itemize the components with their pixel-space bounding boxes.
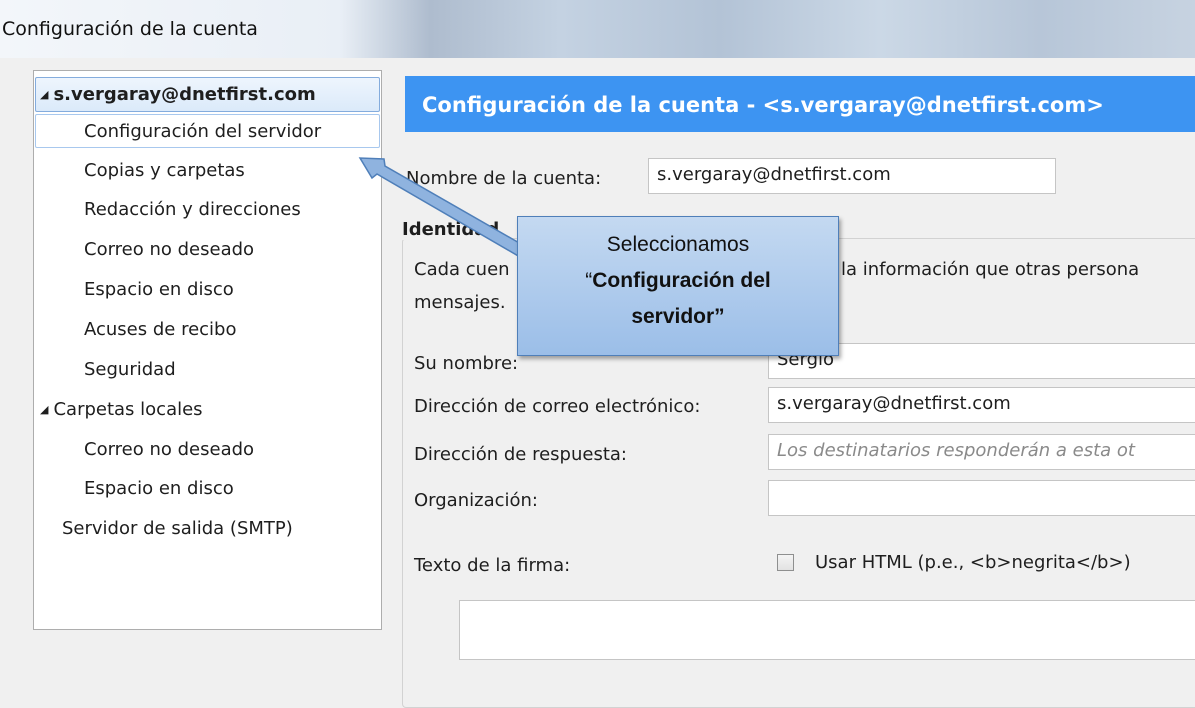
- callout-line-1: Seleccionamos: [606, 233, 750, 256]
- callout-line-2-text: Configuración del: [592, 269, 771, 292]
- annotation-callout: Seleccionamos “Configuración del servido…: [517, 216, 839, 356]
- callout-line-3: servidor”: [631, 305, 725, 328]
- callout-line-2: “Configuración del: [518, 269, 838, 293]
- callout-arrow-shape: [358, 157, 530, 258]
